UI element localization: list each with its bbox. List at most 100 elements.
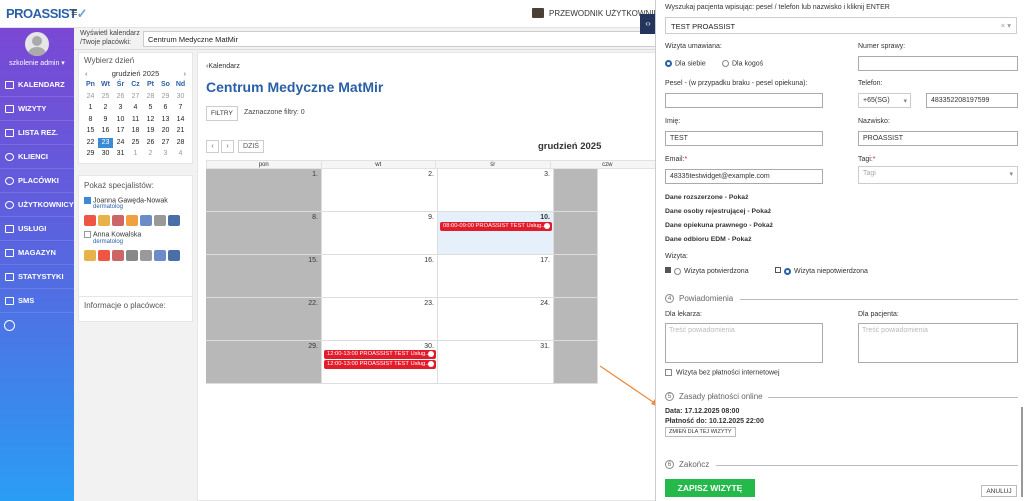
clock-icon[interactable] <box>4 320 15 331</box>
mini-calendar-day[interactable]: 27 <box>128 92 143 103</box>
mini-calendar-day[interactable]: 3 <box>158 149 173 160</box>
calendar-event[interactable]: 12:00-13:00 PROASSIST TEST Usług... <box>324 350 436 359</box>
event-close-icon[interactable] <box>428 361 434 367</box>
calendar-day-cell[interactable] <box>554 255 598 298</box>
show-guardian-data-link[interactable]: Dane opiekuna prawnego - Pokaż <box>665 222 773 229</box>
visit-confirmed-radio[interactable]: Wizyta potwierdzona <box>665 267 749 275</box>
mini-calendar-day[interactable]: 7 <box>173 103 188 114</box>
specialist-item[interactable]: Joanna Gawęda-Nowak dermatolog <box>79 195 192 212</box>
mini-calendar-day[interactable]: 23 <box>98 137 113 148</box>
mini-calendar-day[interactable]: 13 <box>158 115 173 126</box>
calendar-day-cell[interactable]: 1. <box>206 169 322 212</box>
show-edm-data-link[interactable]: Dane odbioru EDM - Pokaż <box>665 236 751 243</box>
calendar-next-button[interactable]: › <box>221 140 234 153</box>
calendar-day-cell[interactable] <box>554 212 598 255</box>
calendar-day-cell[interactable]: 23. <box>322 298 438 341</box>
mini-calendar-day[interactable]: 1 <box>128 149 143 160</box>
calendar-day-cell[interactable]: 8. <box>206 212 322 255</box>
calendar-day-cell[interactable]: 22. <box>206 298 322 341</box>
save-visit-button[interactable]: ZAPISZ WIZYTĘ <box>665 479 755 497</box>
calendar-day-cell[interactable]: 17. <box>438 255 554 298</box>
mini-calendar-prev-button[interactable]: ‹ <box>85 69 88 78</box>
calendar-day-cell[interactable]: 15. <box>206 255 322 298</box>
sidebar-item-klienci[interactable]: KLIENCI <box>0 145 74 169</box>
sidebar-item-sms[interactable]: SMS <box>0 289 74 313</box>
mini-calendar-day[interactable]: 24 <box>83 92 98 103</box>
mini-calendar-day[interactable]: 3 <box>113 103 128 114</box>
phone-input[interactable]: 483352208197599 <box>926 93 1018 108</box>
mini-calendar-day[interactable]: 29 <box>83 149 98 160</box>
mini-calendar-day[interactable]: 1 <box>83 103 98 114</box>
mini-calendar-day[interactable]: 5 <box>143 103 158 114</box>
mini-calendar-day[interactable]: 27 <box>158 138 173 149</box>
visit-unconfirmed-radio[interactable]: Wizyta niepotwierdzona <box>775 267 868 275</box>
specialist-item[interactable]: Anna Kowalska dermatolog <box>79 229 192 246</box>
filters-button[interactable]: FILTRY <box>206 106 238 121</box>
mini-calendar-day[interactable]: 28 <box>143 92 158 103</box>
mini-calendar-day[interactable]: 14 <box>173 115 188 126</box>
place-select[interactable]: Centrum Medyczne MatMir <box>143 31 663 47</box>
calendar-prev-button[interactable]: ‹ <box>206 140 219 153</box>
visit-for-other-radio[interactable]: Dla kogoś <box>722 60 763 67</box>
specialist-checkbox[interactable] <box>84 197 91 204</box>
calendar-day-cell[interactable]: 31. <box>438 341 554 384</box>
mini-calendar-next-button[interactable]: › <box>183 69 186 78</box>
panel-scrollbar[interactable] <box>1021 407 1023 497</box>
calendar-day-cell[interactable] <box>554 341 598 384</box>
mini-calendar-day[interactable]: 29 <box>158 92 173 103</box>
visit-for-self-radio[interactable]: Dla siebie <box>665 60 706 67</box>
patient-notification-textarea[interactable]: Treść powiadomienia <box>858 323 1018 363</box>
mini-calendar-day[interactable]: 26 <box>143 138 158 149</box>
mini-calendar-day[interactable]: 17 <box>113 126 128 137</box>
mini-calendar-day[interactable]: 9 <box>98 115 113 126</box>
mini-calendar-day[interactable]: 11 <box>128 115 143 126</box>
mini-calendar-day[interactable]: 2 <box>143 149 158 160</box>
mini-calendar-day[interactable]: 31 <box>113 149 128 160</box>
mini-calendar-day[interactable]: 21 <box>173 126 188 137</box>
clear-select-icon[interactable]: × ▾ <box>1001 21 1011 30</box>
no-online-payment-checkbox[interactable]: Wizyta bez płatności internetowej <box>665 369 780 376</box>
mini-calendar-day[interactable]: 22 <box>83 138 98 149</box>
mini-calendar-day[interactable]: 24 <box>113 138 128 149</box>
menu-icon[interactable]: ≡ <box>71 7 77 19</box>
change-for-this-visit-button[interactable]: ZMIEŃ DLA TEJ WIZYTY <box>665 427 736 437</box>
calendar-day-cell[interactable]: 3. <box>438 169 554 212</box>
sidebar-item-kalendarz[interactable]: KALENDARZ <box>0 73 74 97</box>
mini-calendar-day[interactable]: 30 <box>98 149 113 160</box>
surname-input[interactable]: PROASSIST <box>858 131 1018 146</box>
calendar-day-cell[interactable]: 29. <box>206 341 322 384</box>
calendar-event[interactable]: 08:00-09:00 PROASSIST TEST Usług... <box>440 222 552 231</box>
cancel-button[interactable]: ANULUJ <box>981 485 1017 497</box>
calendar-day-cell[interactable]: 10. <box>438 212 554 255</box>
first-name-input[interactable]: TEST <box>665 131 823 146</box>
sidebar-item-placowki[interactable]: PLACÓWKI <box>0 169 74 193</box>
avatar[interactable] <box>25 32 49 56</box>
mini-calendar-day[interactable]: 4 <box>128 103 143 114</box>
sidebar-item-uzytkownicy[interactable]: UŻYTKOWNICY <box>0 193 74 217</box>
mini-calendar-day[interactable]: 12 <box>143 115 158 126</box>
sidebar-item-lista-rez[interactable]: LISTA REZ. <box>0 121 74 145</box>
mini-calendar-day[interactable]: 16 <box>98 126 113 137</box>
tags-select[interactable]: Tagi ▾ <box>858 166 1018 184</box>
email-input[interactable]: 48335testwidget@example.com <box>665 169 823 184</box>
collapse-panel-button[interactable]: ‹› <box>640 14 656 34</box>
user-name[interactable]: szkolenie admin ▾ <box>0 59 74 67</box>
mini-calendar-day[interactable]: 6 <box>158 103 173 114</box>
doctor-notification-textarea[interactable]: Treść powiadomienia <box>665 323 823 363</box>
mini-calendar-day[interactable]: 18 <box>128 126 143 137</box>
mini-calendar-day[interactable]: 19 <box>143 126 158 137</box>
show-registrant-data-link[interactable]: Dane osoby rejestrującej - Pokaż <box>665 208 771 215</box>
mini-calendar-day[interactable]: 10 <box>113 115 128 126</box>
mini-calendar-day[interactable]: 8 <box>83 115 98 126</box>
sidebar-item-magazyn[interactable]: MAGAZYN <box>0 241 74 265</box>
mini-calendar-day[interactable]: 20 <box>158 126 173 137</box>
pesel-input[interactable] <box>665 93 823 108</box>
phone-prefix-select[interactable]: +65(SG) ▾ <box>858 93 911 108</box>
calendar-day-cell[interactable] <box>554 298 598 341</box>
case-number-input[interactable] <box>858 56 1018 71</box>
back-to-calendar-link[interactable]: ‹Kalendarz <box>206 63 240 70</box>
calendar-day-cell[interactable] <box>554 169 598 212</box>
mini-calendar-day[interactable]: 4 <box>173 149 188 160</box>
patient-search-select[interactable]: TEST PROASSIST × ▾ <box>665 17 1017 34</box>
calendar-day-cell[interactable]: 2. <box>322 169 438 212</box>
